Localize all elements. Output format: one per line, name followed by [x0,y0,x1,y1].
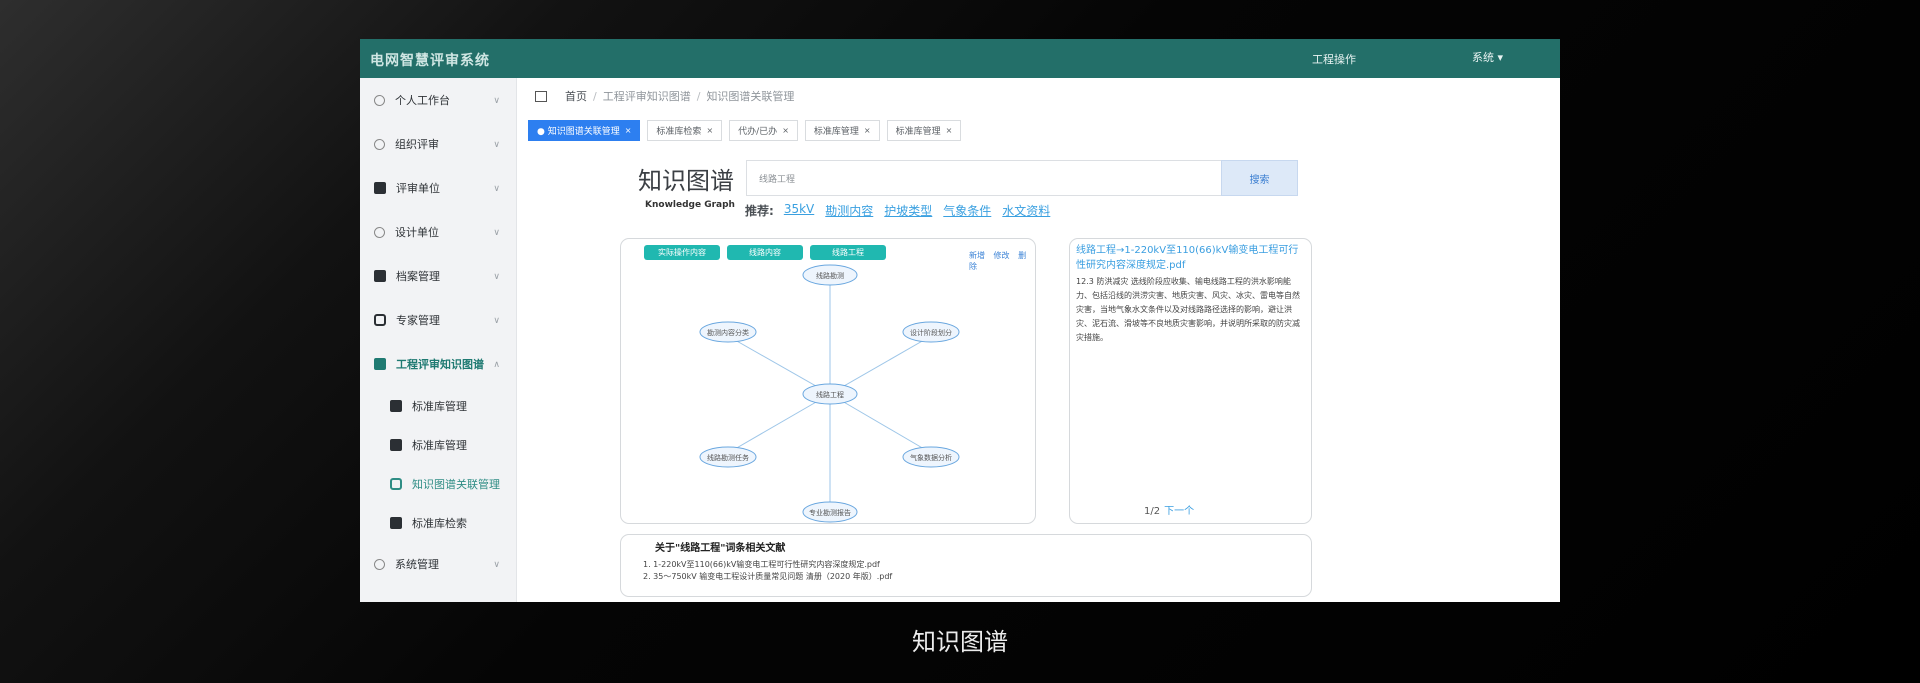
sidebar: 个人工作台 ∨ 组织评审 ∨ 评审单位 ∨ 设计单位 ∨ 档案管理 ∨ 专家管理… [360,78,517,602]
circle-icon [374,226,385,238]
square-icon [390,477,402,490]
sidebar-item-label: 专家管理 [396,314,440,327]
tab-todo[interactable]: 代办/已办 × [729,120,798,141]
sidebar-item-review-unit[interactable]: 评审单位 ∨ [360,166,516,210]
sidebar-subitem-standard-lib-2[interactable]: 标准库管理 [360,425,516,464]
chevron-down-icon: ∨ [493,96,500,106]
page-title: 知识图谱 [638,167,734,195]
sidebar-item-label: 工程评审知识图谱 [396,358,484,371]
close-icon[interactable]: × [864,126,871,135]
square-icon [374,314,386,326]
recommend-label: 推荐: [745,204,774,218]
tab-standard-manage-2[interactable]: 标准库管理 × [886,120,962,141]
sidebar-item-label: 设计单位 [395,226,439,239]
graph-node-label: 线路勘测任务 [707,453,749,462]
app-title: 电网智慧评审系统 [370,53,490,69]
tab-bar: ● 知识图谱关联管理 × 标准库检索 × 代办/已办 × 标准库管理 × 标准库管理 × [528,120,968,141]
sidebar-item-label: 评审单位 [396,182,440,195]
header-link[interactable]: 工程操作 [1312,51,1356,67]
sidebar-subitem-standard-search[interactable]: 标准库检索 [360,503,516,542]
recommend-link[interactable]: 35kV [784,202,814,219]
caption: 知识图谱 [912,628,1008,656]
tab-standard-manage[interactable]: 标准库管理 × [804,120,880,141]
knowledge-graph[interactable]: 线路工程 线路勘测 勘测内容分类 设计阶段划分 线路勘测任务 气象数据分析 专业… [621,239,1037,525]
breadcrumb-home[interactable]: 首页 [565,88,587,104]
document-pager: 1/2 下一个 [1144,502,1194,517]
literature-item[interactable]: 1. 1-220kV至110(66)kV输变电工程可行性研究内容深度规定.pdf [643,560,1289,569]
graph-node-label: 线路工程 [816,390,844,399]
chevron-down-icon: ∨ [493,560,500,570]
search-button[interactable]: 搜索 [1221,160,1298,196]
sidebar-item-system[interactable]: 系统管理 ∨ [360,542,516,586]
literature-item[interactable]: 2. 35～750kV 输变电工程设计质量常见问题 清册（2020 年版）.pd… [643,572,1289,581]
sidebar-item-label: 个人工作台 [395,94,450,107]
graph-panel: 实际操作内容 线路内容 线路工程 新增 修改 删除 线路工程 线路勘测 勘测内容… [620,238,1036,524]
graph-node-label: 勘测内容分类 [707,328,749,337]
app-window: 电网智慧评审系统 工程操作 系统 ▾ 个人工作台 ∨ 组织评审 ∨ 评审单位 ∨… [360,39,1560,602]
tab-graph-relation[interactable]: ● 知识图谱关联管理 × [528,120,641,141]
sidebar-item-knowledge-graph[interactable]: 工程评审知识图谱 ∧ [360,342,516,386]
sidebar-item-label: 系统管理 [395,558,439,571]
close-icon[interactable]: × [946,126,953,135]
breadcrumb: 首页 / 工程评审知识图谱 / 知识图谱关联管理 [535,88,794,104]
chevron-down-icon: ∨ [493,140,500,150]
sidebar-item-label: 档案管理 [396,270,440,283]
page-indicator: 1/2 [1144,506,1161,517]
graph-node-label: 设计阶段划分 [910,328,952,337]
chevron-down-icon: ∨ [493,272,500,282]
sidebar-item-organize-review[interactable]: 组织评审 ∨ [360,122,516,166]
recommend-link[interactable]: 水文资料 [1002,202,1050,219]
chevron-down-icon: ∨ [493,316,500,326]
chevron-down-icon: ∨ [493,184,500,194]
gear-icon [374,558,385,570]
document-icon [390,516,402,529]
page-subtitle: Knowledge Graph [645,200,735,210]
sidebar-item-design-unit[interactable]: 设计单位 ∨ [360,210,516,254]
literature-title: 关于"线路工程"词条相关文献 [655,543,786,554]
breadcrumb-level1[interactable]: 工程评审知识图谱 [603,88,691,104]
sidebar-subitem-graph-relation[interactable]: 知识图谱关联管理 [360,464,516,503]
chevron-down-icon: ∨ [493,228,500,238]
graph-node-label: 气象数据分析 [910,453,952,462]
document-panel: 线路工程→1-220kV至110(66)kV输变电工程可行性研究内容深度规定.p… [1069,238,1312,524]
document-title[interactable]: 线路工程→1-220kV至110(66)kV输变电工程可行性研究内容深度规定.p… [1076,243,1305,273]
sidebar-item-label: 标准库检索 [412,516,467,530]
sidebar-item-label: 组织评审 [395,138,439,151]
top-header: 电网智慧评审系统 工程操作 系统 ▾ [360,39,1560,78]
sidebar-item-archives[interactable]: 档案管理 ∨ [360,254,516,298]
recommend-link[interactable]: 气象条件 [943,202,991,219]
document-icon [390,399,402,412]
sidebar-subitem-standard-lib[interactable]: 标准库管理 [360,386,516,425]
folder-icon [374,270,386,282]
monitor-icon [374,94,385,106]
menu-fold-icon[interactable] [535,90,547,102]
tab-standard-search[interactable]: 标准库检索 × [647,120,723,141]
recommend-bar: 推荐: 35kV 勘测内容 护坡类型 气象条件 水文资料 [745,202,1061,219]
home-icon [374,138,385,150]
user-menu[interactable]: 系统 ▾ [1472,49,1503,65]
chevron-up-icon: ∧ [493,360,500,370]
close-icon[interactable]: × [706,126,713,135]
document-icon [390,438,402,451]
sidebar-item-label: 知识图谱关联管理 [412,477,500,491]
sidebar-item-label: 标准库管理 [412,399,467,413]
next-button[interactable]: 下一个 [1164,506,1194,517]
sidebar-item-workbench[interactable]: 个人工作台 ∨ [360,78,516,122]
graph-node-label: 专业勘测报告 [809,508,851,517]
document-body: 12.3 防洪减灾 选线阶段应收集、输电线路工程的洪水影响能力、包括沿线的洪涝灾… [1076,277,1300,342]
search-input[interactable]: 线路工程 [746,160,1222,196]
sidebar-item-label: 标准库管理 [412,438,467,452]
literature-panel: 关于"线路工程"词条相关文献 1. 1-220kV至110(66)kV输变电工程… [620,534,1312,597]
graph-node-label: 线路勘测 [816,271,844,280]
recommend-link[interactable]: 护坡类型 [884,202,932,219]
breadcrumb-level2: 知识图谱关联管理 [706,90,795,103]
graph-icon [374,358,386,370]
close-icon[interactable]: × [782,126,789,135]
building-icon [374,182,386,194]
close-icon[interactable]: × [625,126,632,135]
recommend-link[interactable]: 勘测内容 [825,202,873,219]
sidebar-item-experts[interactable]: 专家管理 ∨ [360,298,516,342]
